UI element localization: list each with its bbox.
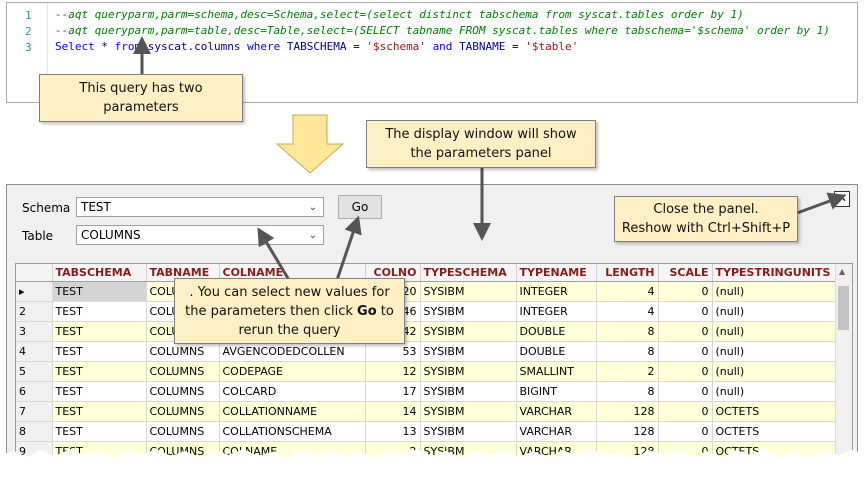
callout-go-emphasis: Go bbox=[357, 303, 377, 319]
callout-text-line: the parameters then click Go to bbox=[185, 302, 394, 321]
callout-text: The display window will show the paramet… bbox=[385, 127, 577, 161]
callout-text: Reshow with Ctrl+Shift+P bbox=[621, 221, 791, 236]
callout-text: . You can select new values for bbox=[189, 284, 390, 300]
arrow-to-go bbox=[335, 215, 362, 281]
callout-two-parameters: This query has two parameters bbox=[39, 74, 243, 122]
down-arrow-icon bbox=[276, 114, 344, 174]
callout-select-values: . You can select new values for the para… bbox=[174, 278, 405, 344]
torn-edge bbox=[0, 449, 866, 477]
callout-text: rerun the query bbox=[238, 322, 341, 338]
callout-text: the parameters then click bbox=[185, 303, 358, 319]
arrow-to-close bbox=[796, 192, 847, 215]
callout-display-window: The display window will show the paramet… bbox=[366, 120, 596, 168]
callout-text: to bbox=[376, 303, 394, 319]
callout-text: This query has two parameters bbox=[79, 81, 203, 115]
arrow-to-combo bbox=[257, 227, 291, 281]
callout-close-panel: Close the panel. Reshow with Ctrl+Shift+… bbox=[614, 196, 798, 242]
callout-text: Close the panel. bbox=[653, 202, 759, 217]
